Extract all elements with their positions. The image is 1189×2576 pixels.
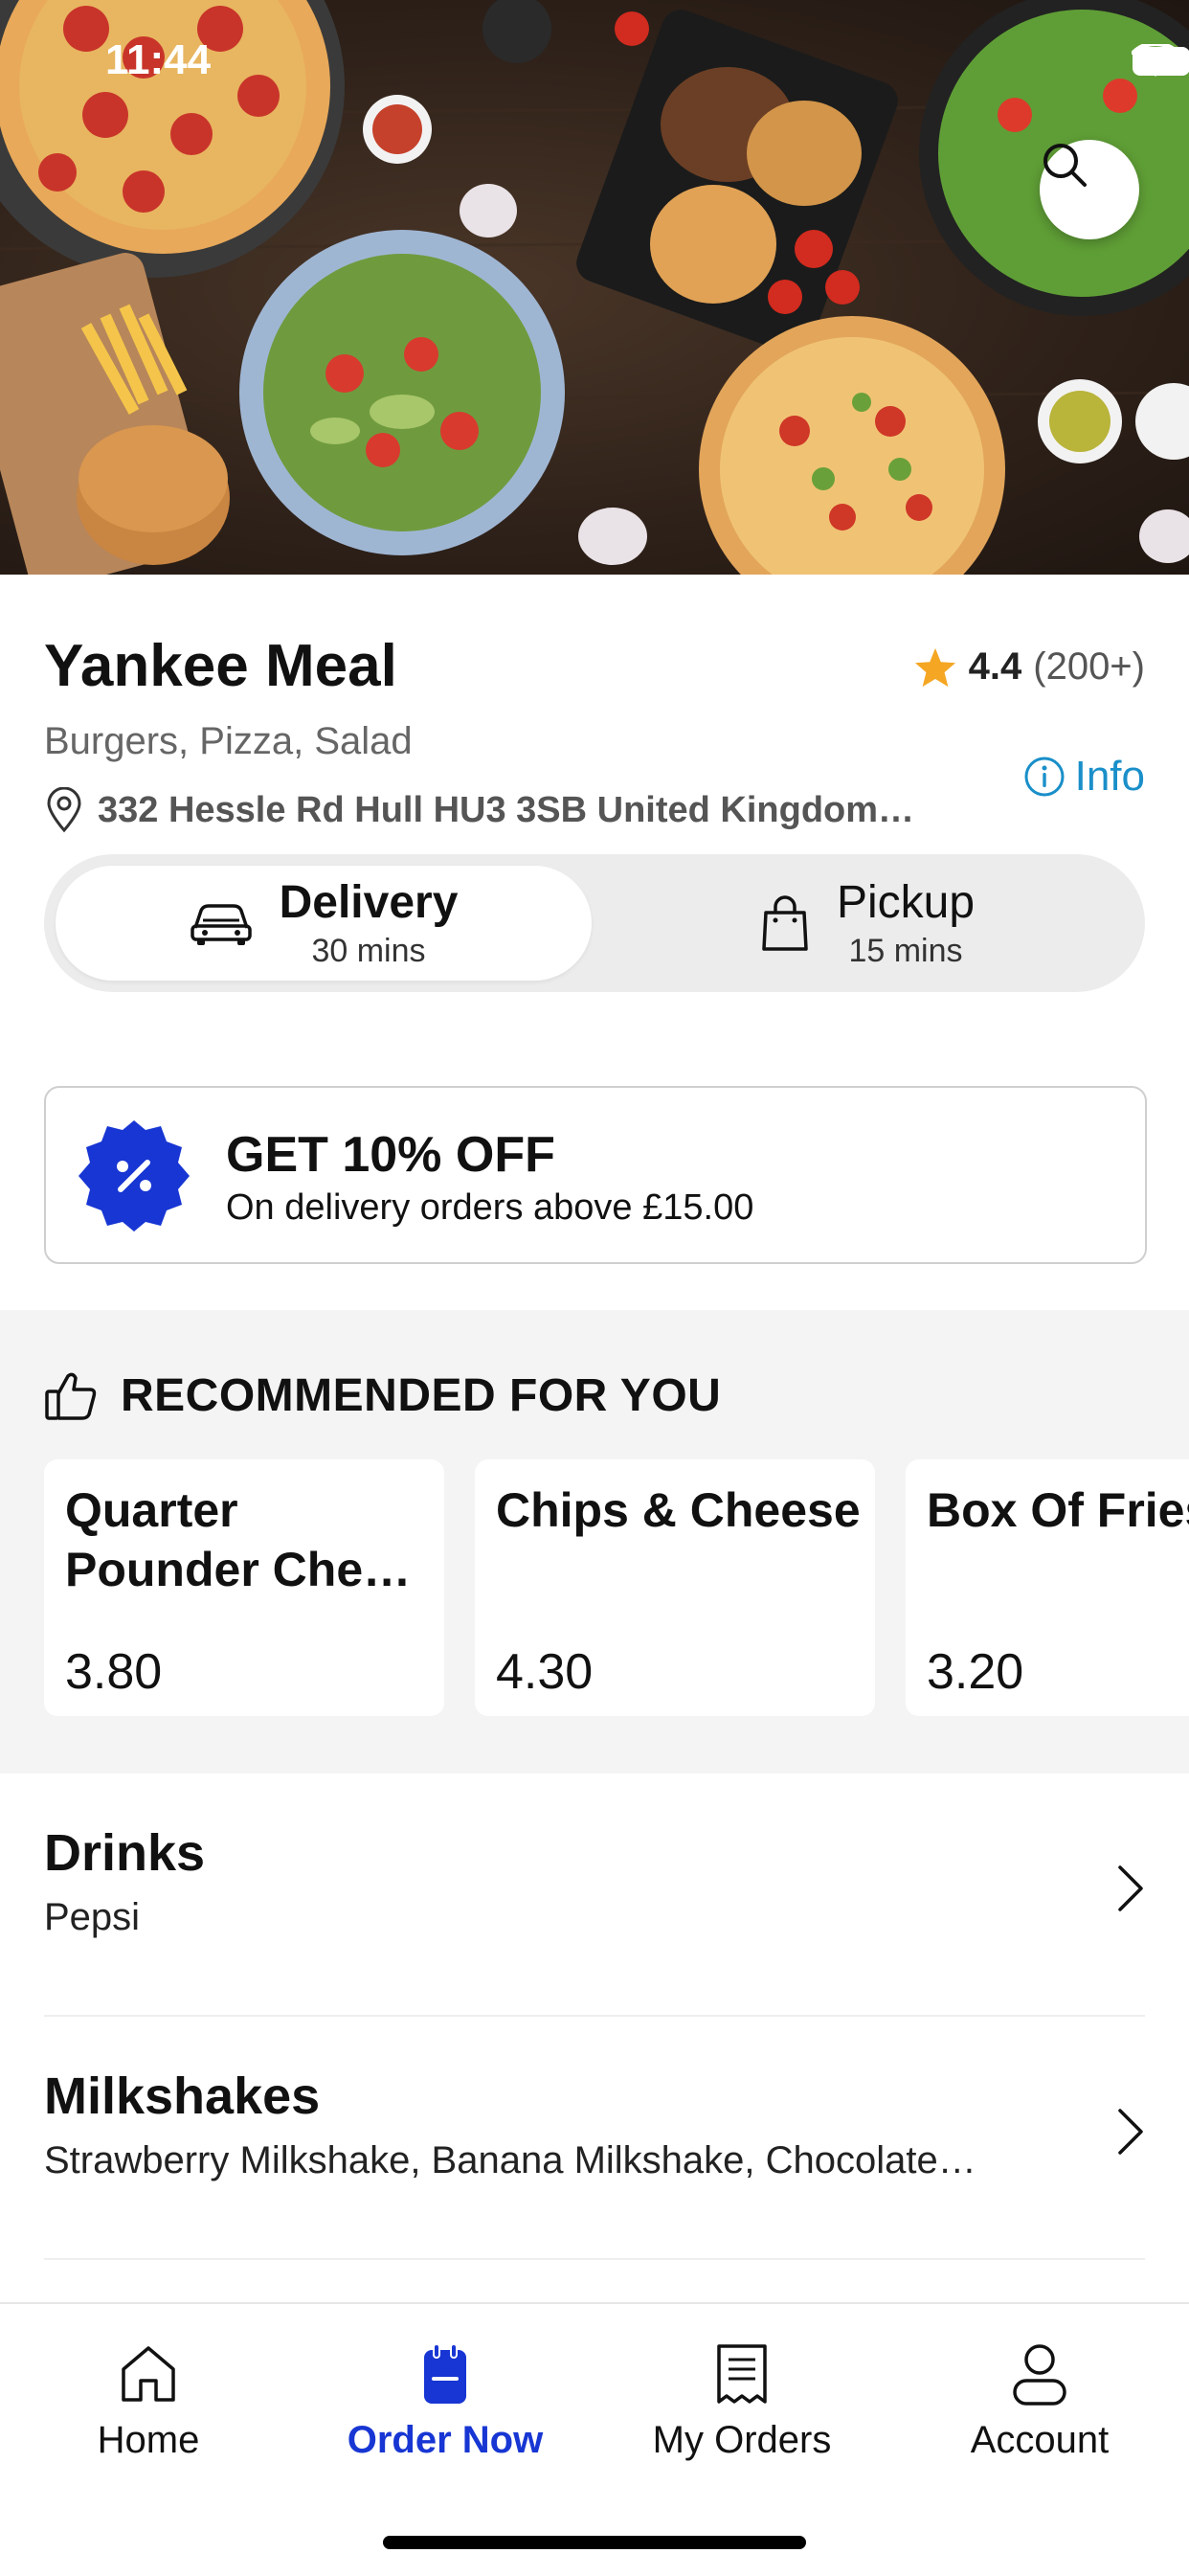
nav-my-orders[interactable]: My Orders bbox=[617, 2342, 866, 2462]
pickup-label: Pickup bbox=[836, 877, 976, 928]
nav-account[interactable]: Account bbox=[915, 2342, 1164, 2462]
address-text: 332 Hessle Rd Hull HU3 3SB United Kingdo… bbox=[98, 789, 915, 830]
nav-home[interactable]: Home bbox=[24, 2342, 273, 2462]
home-indicator bbox=[383, 2536, 806, 2549]
delivery-label: Delivery bbox=[279, 877, 459, 928]
thumbs-up-icon bbox=[45, 1372, 97, 1420]
search-button[interactable] bbox=[1040, 140, 1139, 239]
category-row-milkshakes[interactable]: Milkshakes Strawberry Milkshake, Banana … bbox=[44, 2017, 1145, 2258]
pickup-option[interactable]: Pickup 15 mins bbox=[599, 866, 1135, 981]
recommended-item-name: Chips & Cheese bbox=[496, 1483, 861, 1537]
recommended-item-price: 3.20 bbox=[927, 1644, 1024, 1700]
hero-banner: 11:44 bbox=[0, 0, 1189, 575]
chevron-right-icon bbox=[1118, 1865, 1143, 1911]
pickup-time: 15 mins bbox=[848, 933, 963, 969]
recommended-header: RECOMMENDED FOR YOU bbox=[44, 1369, 721, 1422]
offer-subtitle: On delivery orders above £15.00 bbox=[226, 1187, 754, 1228]
location-pin-icon bbox=[47, 787, 81, 833]
star-icon bbox=[914, 647, 955, 687]
user-icon bbox=[1013, 2344, 1066, 2406]
recommended-item-card[interactable]: Quarter Pounder Che… 3.80 bbox=[44, 1459, 444, 1716]
fulfillment-toggle: Delivery 30 mins Pickup 15 mins bbox=[44, 854, 1145, 992]
delivery-option[interactable]: Delivery 30 mins bbox=[56, 866, 592, 981]
chevron-right-icon bbox=[1118, 2109, 1143, 2155]
hero-food-image bbox=[0, 0, 1189, 575]
nav-order-now[interactable]: Order Now bbox=[321, 2342, 570, 2462]
car-icon bbox=[190, 904, 252, 945]
recommended-item-price: 3.80 bbox=[65, 1644, 163, 1700]
home-icon bbox=[122, 2346, 175, 2402]
recommended-item-card[interactable]: Chips & Cheese 4.30 bbox=[475, 1459, 875, 1716]
rating-count: (200+) bbox=[1033, 645, 1145, 688]
restaurant-name: Yankee Meal bbox=[44, 633, 397, 699]
nav-home-label: Home bbox=[97, 2419, 200, 2461]
nav-my-orders-label: My Orders bbox=[652, 2419, 832, 2461]
category-title: Drinks bbox=[44, 1824, 206, 1882]
recommended-section: RECOMMENDED FOR YOU Quarter Pounder Che…… bbox=[0, 1310, 1189, 1774]
percent-badge-icon bbox=[79, 1120, 190, 1232]
nav-account-label: Account bbox=[970, 2419, 1110, 2461]
category-items: Pepsi bbox=[44, 1896, 141, 1938]
address: 332 Hessle Rd Hull HU3 3SB United Kingdo… bbox=[44, 787, 963, 833]
info-label: Info bbox=[1074, 753, 1145, 800]
recommended-item-name: Quarter Pounder Che… bbox=[65, 1483, 412, 1596]
recommended-item-name: Box Of Fries bbox=[927, 1483, 1189, 1537]
delivery-time: 30 mins bbox=[311, 933, 426, 969]
nav-order-now-label: Order Now bbox=[347, 2419, 544, 2461]
cuisine-list: Burgers, Pizza, Salad bbox=[44, 720, 413, 762]
status-time: 11:44 bbox=[105, 36, 212, 83]
rating: 4.4 (200+) bbox=[913, 645, 1145, 689]
receipt-icon bbox=[717, 2344, 767, 2404]
category-title: Milkshakes bbox=[44, 2068, 321, 2125]
battery-icon bbox=[1133, 47, 1189, 76]
divider bbox=[44, 2258, 1145, 2260]
rating-score: 4.4 bbox=[968, 645, 1022, 688]
category-items: Strawberry Milkshake, Banana Milkshake, … bbox=[44, 2139, 976, 2181]
search-icon bbox=[1043, 144, 1087, 187]
category-row-drinks[interactable]: Drinks Pepsi bbox=[44, 1774, 1145, 2015]
info-link[interactable]: Info bbox=[1023, 753, 1145, 801]
recommended-item-card[interactable]: Box Of Fries 3.20 bbox=[906, 1459, 1189, 1716]
recommended-title: RECOMMENDED FOR YOU bbox=[121, 1370, 722, 1421]
shopping-bag-icon bbox=[762, 895, 808, 951]
offer-card[interactable]: GET 10% OFF On delivery orders above £15… bbox=[44, 1086, 1147, 1264]
info-icon bbox=[1024, 757, 1065, 797]
offer-title: GET 10% OFF bbox=[226, 1127, 555, 1183]
recommended-item-price: 4.30 bbox=[496, 1644, 594, 1700]
order-icon bbox=[424, 2343, 466, 2404]
